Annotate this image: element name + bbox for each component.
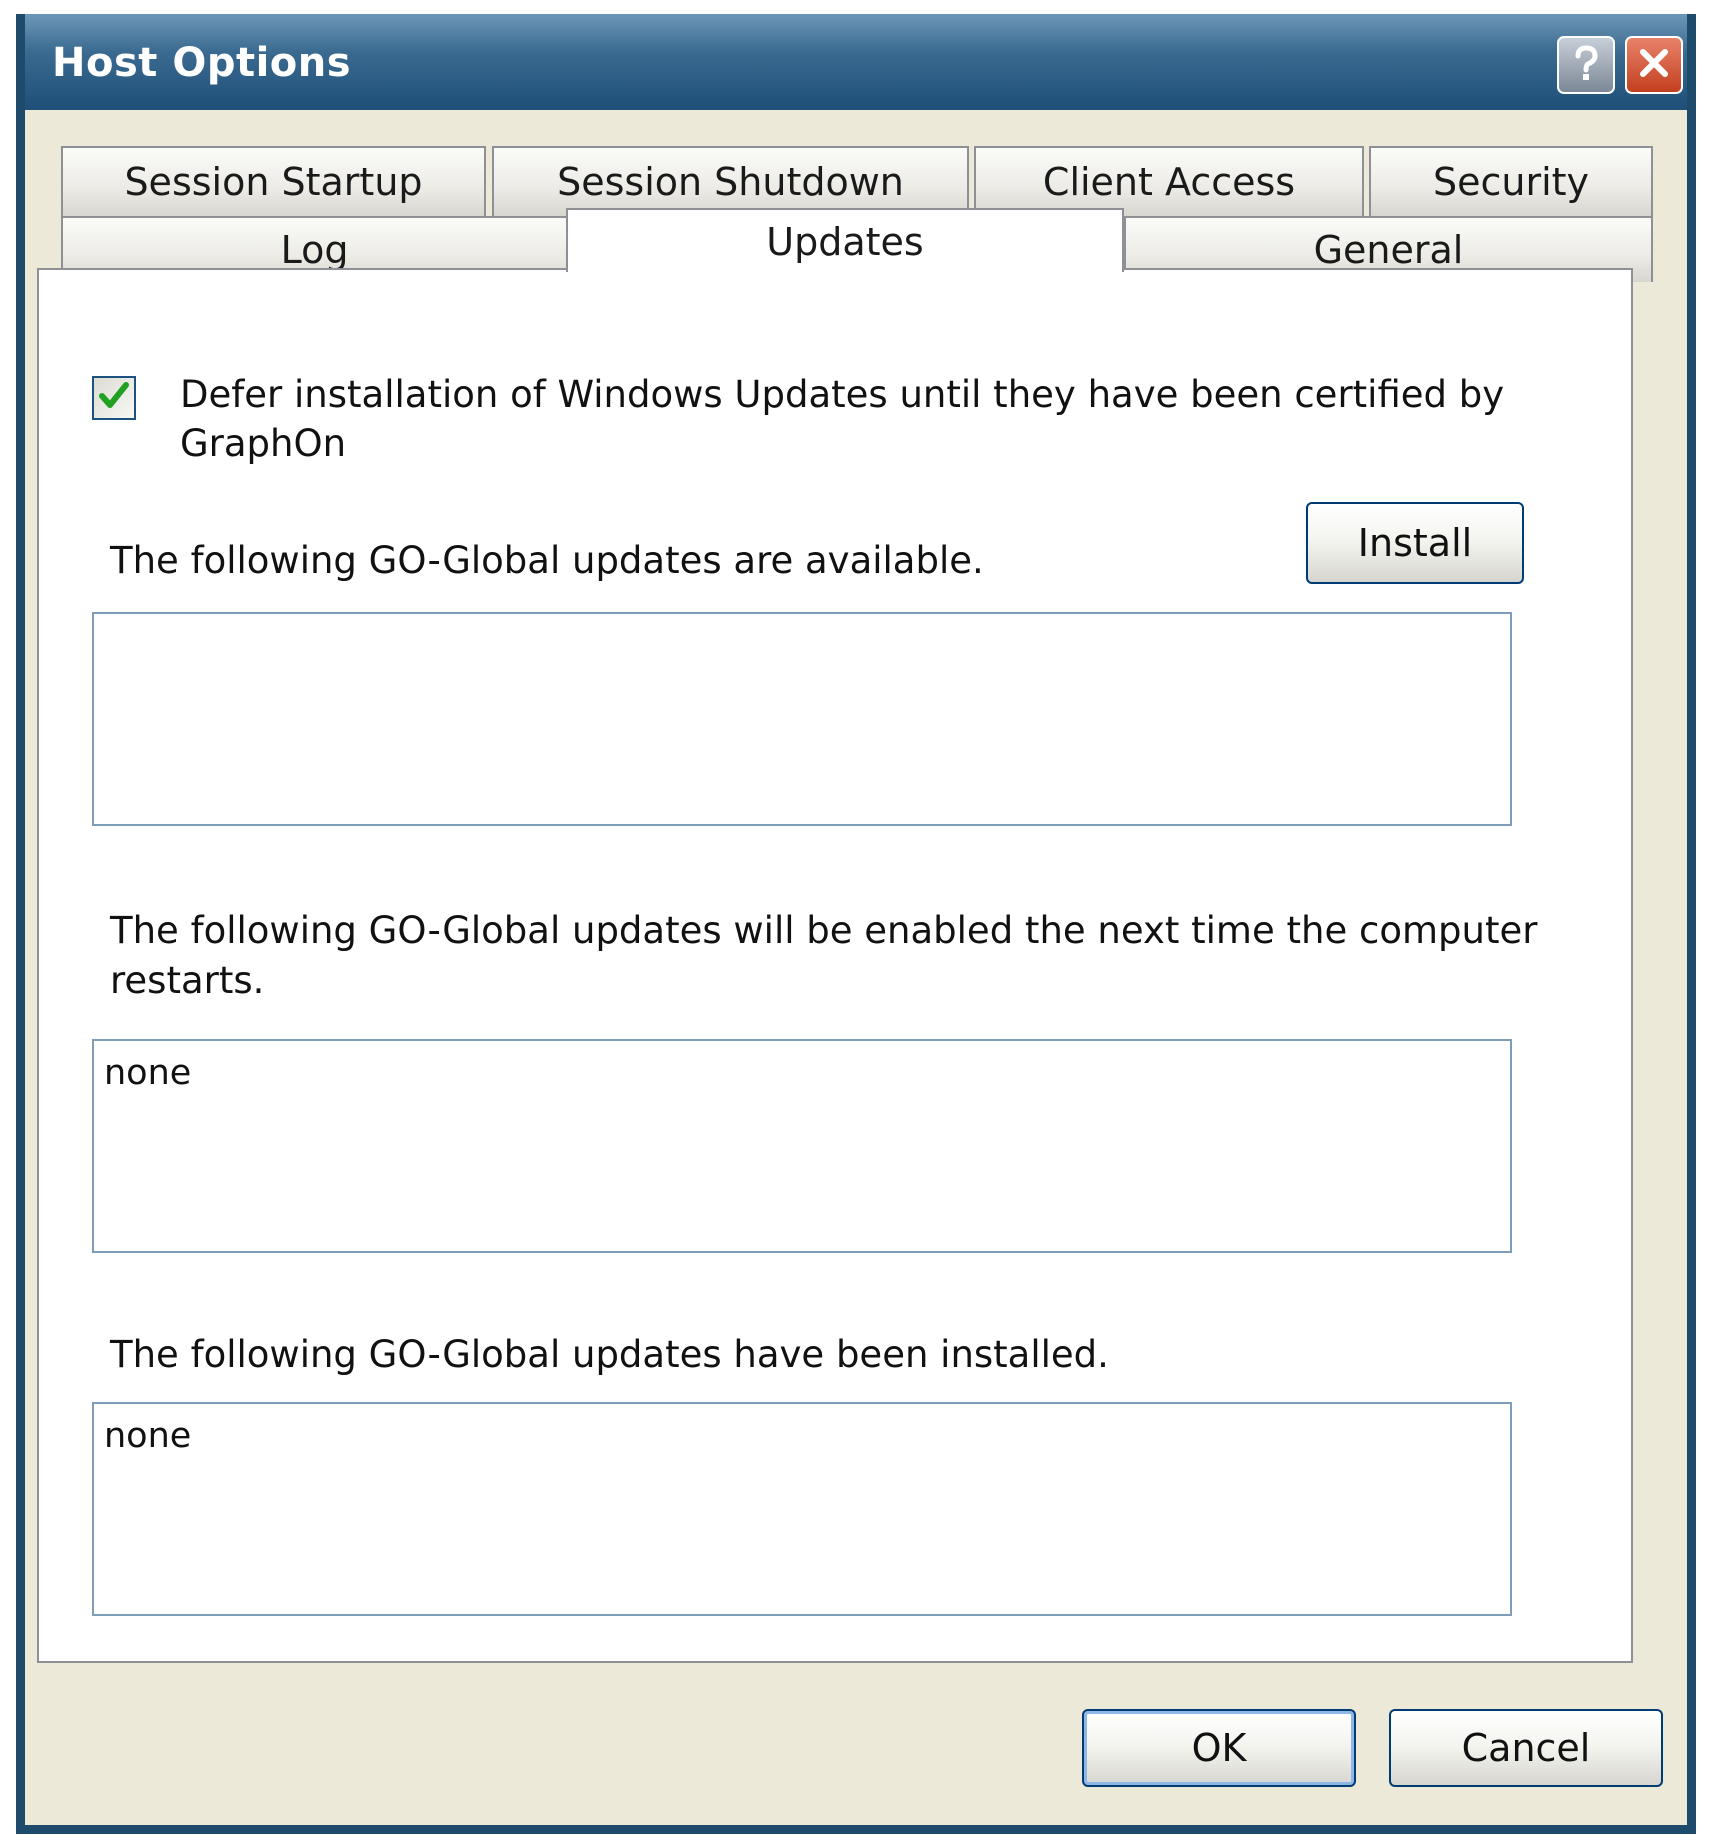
pending-updates-label-line1: The following GO-Global updates will be … — [110, 909, 1538, 952]
installed-updates-label: The following GO-Global updates have bee… — [110, 1333, 1109, 1376]
installed-updates-list-item: none — [104, 1416, 192, 1456]
tab-label: General — [1313, 228, 1464, 272]
available-updates-label: The following GO-Global updates are avai… — [110, 539, 984, 582]
install-button-label: Install — [1357, 521, 1473, 565]
cancel-button-label: Cancel — [1461, 1726, 1591, 1770]
cancel-button[interactable]: Cancel — [1389, 1709, 1663, 1787]
tab-label: Updates — [766, 220, 924, 264]
pending-updates-list-item: none — [104, 1053, 192, 1093]
close-button[interactable] — [1625, 36, 1683, 94]
tab-label: Client Access — [1042, 160, 1296, 204]
tab-session-startup[interactable]: Session Startup — [61, 146, 486, 216]
close-icon — [1636, 45, 1672, 85]
available-updates-list[interactable] — [92, 612, 1512, 826]
tab-security[interactable]: Security — [1369, 146, 1653, 216]
tab-session-shutdown[interactable]: Session Shutdown — [492, 146, 969, 216]
tab-label: Log — [280, 228, 349, 272]
help-button[interactable] — [1557, 36, 1615, 94]
tab-label: Session Shutdown — [557, 160, 904, 204]
defer-updates-label-line2[interactable]: GraphOn — [180, 419, 346, 468]
defer-updates-checkbox[interactable] — [92, 376, 136, 420]
tab-client-access[interactable]: Client Access — [974, 146, 1364, 216]
checkmark-icon — [97, 379, 131, 417]
help-icon — [1568, 43, 1604, 87]
tab-label: Security — [1432, 160, 1590, 204]
ok-button-label: OK — [1191, 1726, 1247, 1770]
window-title: Host Options — [52, 40, 352, 86]
defer-updates-label-line1[interactable]: Defer installation of Windows Updates un… — [180, 370, 1504, 419]
pending-updates-label-line2: restarts. — [110, 959, 265, 1002]
installed-updates-list[interactable]: none — [92, 1402, 1512, 1616]
ok-button[interactable]: OK — [1082, 1709, 1356, 1787]
tab-updates[interactable]: Updates — [566, 208, 1124, 272]
tab-label: Session Startup — [124, 160, 423, 204]
install-button[interactable]: Install — [1306, 502, 1524, 584]
pending-updates-list[interactable]: none — [92, 1039, 1512, 1253]
title-bar[interactable]: Host Options — [25, 14, 1687, 110]
